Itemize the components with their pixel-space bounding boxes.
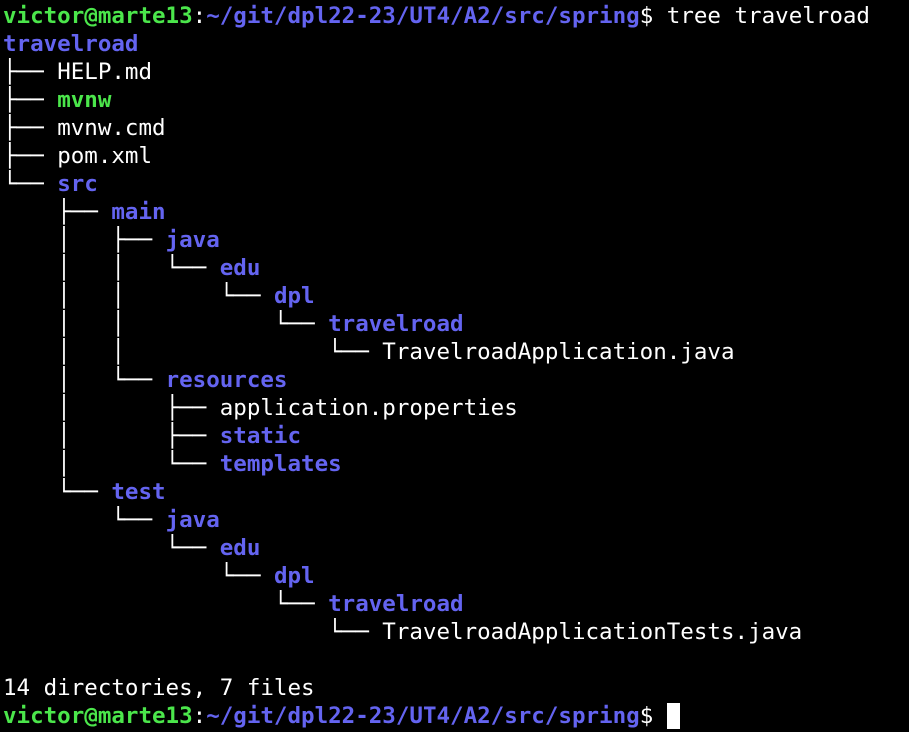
directory-name: travelroad: [328, 311, 464, 337]
prompt-user-host: victor@marte13: [3, 3, 193, 29]
tree-branch-prefix: └──: [3, 171, 58, 197]
file-name: pom.xml: [57, 143, 153, 169]
active-prompt-line[interactable]: victor@marte13:~/git/dpl22-23/UT4/A2/src…: [3, 702, 909, 730]
prompt-symbol: $: [639, 703, 667, 729]
directory-name: travelroad: [328, 591, 464, 617]
directory-name: main: [111, 199, 166, 225]
tree-branch-prefix: │ │ └──: [3, 255, 220, 281]
tree-branch-prefix: └──: [3, 507, 166, 533]
tree-entry: │ └── templates: [3, 450, 909, 478]
file-name: application.properties: [219, 395, 518, 421]
directory-name: resources: [165, 367, 288, 393]
tree-output: travelroad ├── HELP.md ├── mvnw ├── mvnw.cm…: [3, 30, 909, 646]
tree-branch-prefix: │ └──: [3, 451, 220, 477]
tree-entry: ├── mvnw.cmd: [3, 114, 909, 142]
tree-entry: └── edu: [3, 534, 909, 562]
tree-entry: └── TravelroadApplicationTests.java: [3, 618, 909, 646]
prompt-path: ~/git/dpl22-23/UT4/A2/src/spring: [206, 3, 640, 29]
tree-branch-prefix: │ ├──: [3, 227, 166, 253]
terminal-window[interactable]: victor@marte13:~/git/dpl22-23/UT4/A2/src…: [0, 0, 909, 732]
directory-name: edu: [219, 255, 261, 281]
tree-branch-prefix: ├──: [3, 59, 58, 85]
file-name: HELP.md: [57, 59, 153, 85]
tree-branch-prefix: │ └──: [3, 367, 166, 393]
tree-entry: │ └── resources: [3, 366, 909, 394]
tree-entry: │ ├── application.properties: [3, 394, 909, 422]
prompt-user-host: victor@marte13: [3, 703, 193, 729]
tree-branch-prefix: └──: [3, 563, 274, 589]
prompt-symbol: $: [639, 3, 667, 29]
tree-branch-prefix: └──: [3, 619, 383, 645]
tree-branch-prefix: └──: [3, 535, 220, 561]
directory-name: edu: [219, 535, 261, 561]
tree-entry: ├── main: [3, 198, 909, 226]
summary-line: 14 directories, 7 files: [3, 675, 315, 701]
tree-branch-prefix: │ ├──: [3, 423, 220, 449]
directory-name: src: [57, 171, 98, 197]
prompt-separator: :: [192, 703, 207, 729]
tree-entry: │ ├── java: [3, 226, 909, 254]
tree-branch-prefix: │ │ └──: [3, 311, 329, 337]
tree-entry: ├── HELP.md: [3, 58, 909, 86]
directory-name: dpl: [273, 563, 315, 589]
tree-branch-prefix: │ │ └──: [3, 339, 383, 365]
tree-entry: └── dpl: [3, 562, 909, 590]
tree-branch-prefix: │ ├──: [3, 395, 220, 421]
tree-entry: │ ├── static: [3, 422, 909, 450]
file-name: TravelroadApplication.java: [382, 339, 735, 365]
directory-name: test: [111, 479, 166, 505]
tree-entry: └── java: [3, 506, 909, 534]
file-name: mvnw: [57, 87, 112, 113]
tree-branch-prefix: └──: [3, 591, 329, 617]
tree-branch-prefix: │ │ └──: [3, 283, 274, 309]
tree-entry: │ │ └── TravelroadApplication.java: [3, 338, 909, 366]
tree-entry: │ │ └── dpl: [3, 282, 909, 310]
prompt-separator: :: [192, 3, 207, 29]
tree-entry: └── test: [3, 478, 909, 506]
tree-branch-prefix: └──: [3, 479, 112, 505]
directory-name: travelroad: [3, 31, 139, 57]
directory-name: java: [165, 507, 220, 533]
directory-name: dpl: [273, 283, 315, 309]
tree-entry: travelroad: [3, 30, 909, 58]
tree-branch-prefix: ├──: [3, 87, 58, 113]
tree-branch-prefix: ├──: [3, 199, 112, 225]
prompt-path: ~/git/dpl22-23/UT4/A2/src/spring: [206, 703, 640, 729]
directory-name: static: [219, 423, 302, 449]
tree-entry: └── src: [3, 170, 909, 198]
tree-entry: │ │ └── travelroad: [3, 310, 909, 338]
directory-name: templates: [219, 451, 342, 477]
tree-branch-prefix: ├──: [3, 115, 58, 141]
tree-entry: ├── pom.xml: [3, 142, 909, 170]
directory-name: java: [165, 227, 220, 253]
typed-command: tree travelroad: [666, 3, 870, 29]
file-name: TravelroadApplicationTests.java: [382, 619, 803, 645]
file-name: mvnw.cmd: [57, 115, 166, 141]
tree-branch-prefix: ├──: [3, 143, 58, 169]
tree-entry: ├── mvnw: [3, 86, 909, 114]
tree-entry: └── travelroad: [3, 590, 909, 618]
text-cursor[interactable]: [666, 703, 680, 729]
tree-entry: │ │ └── edu: [3, 254, 909, 282]
command-line: victor@marte13:~/git/dpl22-23/UT4/A2/src…: [3, 2, 909, 30]
